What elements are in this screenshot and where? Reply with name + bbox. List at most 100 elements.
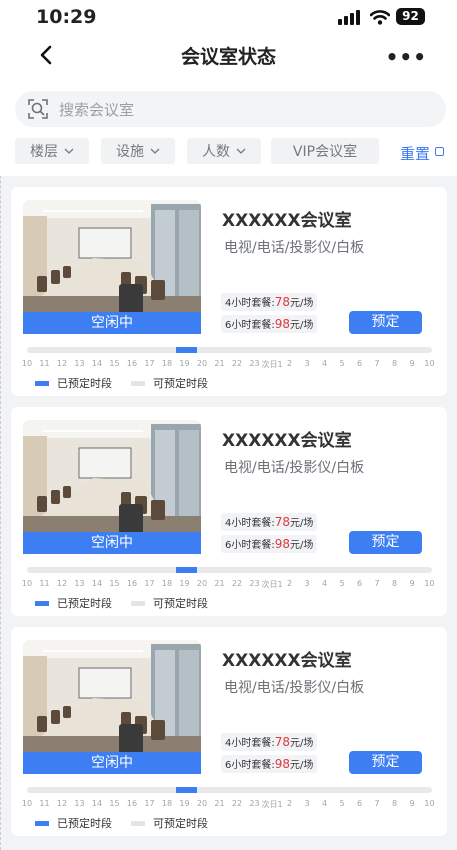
scan-icon [28,99,48,119]
timeline-tick: 13 [74,579,85,588]
timeline-tick: 21 [214,359,225,368]
top-bar: 10:29 92 会议室状态 ••• 搜索会议室 楼层 设施 人数 VIP会议室… [0,0,457,176]
package-label: 6小时套餐: [225,760,275,771]
filter-floor[interactable]: 楼层 [15,138,89,164]
timeline-tick: 20 [196,579,208,588]
timeline-tick: 9 [409,799,415,808]
booked-slot [175,347,197,353]
timeline-ticks: 10 11 12 13 14 15 16 17 18 19 20 21 22 23 次日1 2 3 4 5 6 7 8 9 1… [22,579,435,591]
chevron-left-icon[interactable] [36,44,58,66]
timeline-tick: 3 [304,359,310,368]
package-unit: 元/场 [290,298,314,309]
timeline-tick: 17 [144,359,155,368]
timeline-tick: 23 [249,359,260,368]
legend-swatch-booked [35,820,49,826]
package-unit: 元/场 [290,320,314,331]
package-price: 78 [274,735,291,749]
timeline-tick: 14 [91,579,103,588]
timeline-tick: 7 [374,579,380,588]
timeline-tick: 23 [249,799,260,808]
timeline-tick: 次日1 [261,580,283,589]
package-label: 4小时套餐: [225,298,275,309]
book-button[interactable]: 预定 [349,751,422,774]
timeline-tick: 19 [179,359,190,368]
legend-booked-label: 已预定时段 [57,817,112,830]
timeline-ticks: 10 11 12 13 14 15 16 17 18 19 20 21 22 23 次日1 2 3 4 5 6 7 8 9 1… [22,359,435,371]
room-facilities: 电视/电话/投影仪/白板 [224,680,365,696]
chevron-down-icon [64,148,74,154]
filter-vip[interactable]: VIP会议室 [271,138,379,164]
timeline-tick: 9 [409,359,415,368]
room-card[interactable]: 空闲中 XXXXXX会议室 电视/电话/投影仪/白板 4小时套餐:78元/场 6… [11,187,447,396]
timeline-track [27,787,432,793]
timeline-tick: 15 [109,579,120,588]
square-icon [435,147,444,156]
timeline-tick: 17 [144,799,155,808]
package-4h: 4小时套餐:78元/场 [221,733,318,751]
package-6h: 6小时套餐:98元/场 [221,755,318,773]
timeline-tick: 8 [391,579,398,588]
chevron-down-icon [236,148,246,154]
filter-facilities-label: 设施 [116,144,144,160]
legend-booked-label: 已预定时段 [57,377,112,390]
timeline-tick: 20 [196,799,208,808]
filter-vip-label: VIP会议室 [292,144,358,160]
package-price: 78 [274,295,291,309]
room-card[interactable]: 空闲中 XXXXXX会议室 电视/电话/投影仪/白板 4小时套餐:78元/场 6… [11,627,447,836]
booked-slot [175,787,197,793]
timeline-tick: 21 [214,799,225,808]
room-facilities: 电视/电话/投影仪/白板 [224,240,365,256]
legend-available: 可预定时段 [131,596,208,610]
package-6h: 6小时套餐:98元/场 [221,535,318,553]
timeline-tick: 13 [74,359,85,368]
timeline-tick: 3 [304,579,310,588]
timeline-tick: 14 [91,799,103,808]
signal-icon [338,10,360,25]
legend-booked: 已预定时段 [35,376,112,390]
package-unit: 元/场 [290,518,314,529]
timeline-tick: 15 [109,359,120,368]
search-input[interactable]: 搜索会议室 [15,91,446,127]
timeline-tick: 5 [339,359,345,368]
status-badge: 空闲中 [23,312,201,334]
package-price: 78 [274,515,291,529]
room-name: XXXXXX会议室 [222,651,352,671]
timeline-tick: 21 [214,579,225,588]
battery-icon: 92 [396,8,425,25]
timeline-tick: 4 [321,799,328,808]
book-button[interactable]: 预定 [349,311,422,334]
timeline-tick: 20 [196,359,208,368]
room-card[interactable]: 空闲中 XXXXXX会议室 电视/电话/投影仪/白板 4小时套餐:78元/场 6… [11,407,447,616]
timeline-tick: 16 [126,799,138,808]
filter-capacity[interactable]: 人数 [187,138,261,164]
timeline-tick: 12 [56,579,68,588]
timeline-tick: 22 [231,359,243,368]
book-button[interactable]: 预定 [349,531,422,554]
status-badge: 空闲中 [23,532,201,554]
timeline-tick: 5 [339,579,345,588]
room-facilities: 电视/电话/投影仪/白板 [224,460,365,476]
timeline-tick: 19 [179,579,190,588]
more-icon[interactable]: ••• [386,45,427,69]
timeline-tick: 14 [91,359,103,368]
legend-swatch-booked [35,380,49,386]
timeline-tick: 10 [424,579,435,588]
timeline-ticks: 10 11 12 13 14 15 16 17 18 19 20 21 22 23 次日1 2 3 4 5 6 7 8 9 1… [22,799,435,811]
package-4h: 4小时套餐:78元/场 [221,513,318,531]
filter-capacity-label: 人数 [202,144,230,160]
package-label: 4小时套餐: [225,518,275,529]
timeline-tick: 11 [39,799,50,808]
legend-available-label: 可预定时段 [153,817,208,830]
filter-facilities[interactable]: 设施 [101,138,175,164]
reset-button[interactable]: 重置 [400,143,430,164]
wifi-icon [370,10,390,25]
package-6h: 6小时套餐:98元/场 [221,315,318,333]
timeline-tick: 23 [249,579,260,588]
timeline-tick: 6 [356,359,363,368]
package-4h: 4小时套餐:78元/场 [221,293,318,311]
package-label: 6小时套餐: [225,320,275,331]
timeline-tick: 10 [424,799,435,808]
legend-booked: 已预定时段 [35,596,112,610]
legend-swatch-available [131,600,145,606]
timeline-tick: 6 [356,579,363,588]
